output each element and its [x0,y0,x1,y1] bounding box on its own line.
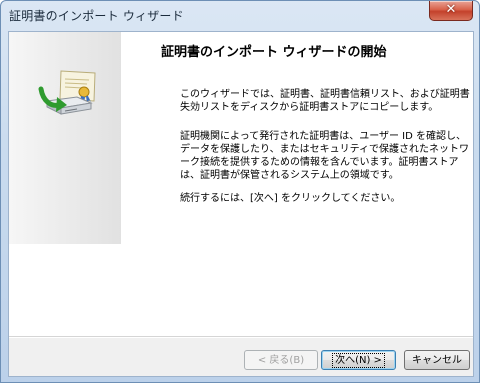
wizard-heading: 証明書のインポート ウィザードの開始 [161,45,387,60]
wizard-content: 証明書のインポート ウィザードの開始 このウィザードでは、証明書、証明書信頼リス… [9,32,473,336]
window-title: 証明書のインポート ウィザード [9,9,184,23]
next-button[interactable]: 次へ(N) > [321,350,396,370]
wizard-description: このウィザードでは、証明書、証明書信頼リスト、および証明書失効リストをディスクか… [180,89,470,113]
button-separator [9,336,473,338]
back-button[interactable]: < 戻る(B) [244,350,318,370]
dialog-client-area: 証明書のインポート ウィザードの開始 このウィザードでは、証明書、証明書信頼リス… [8,31,474,377]
certificate-info-text: 証明機関によって発行された証明書は、ユーザー ID を確認し、データを保護したり… [180,131,469,181]
continue-instruction: 続行するには、[次へ] をクリックしてください。 [180,193,401,204]
back-button-label: < 戻る(B) [257,355,305,366]
close-button[interactable]: ✕ [429,1,473,21]
next-button-label: 次へ(N) > [332,353,385,368]
cancel-button-label: キャンセル [412,355,462,366]
wizard-side-panel [9,32,121,244]
cancel-button[interactable]: キャンセル [404,350,470,370]
wizard-window: 証明書のインポート ウィザード ✕ 証明書のインポート ウィザードの開始 このウ… [0,0,480,383]
title-bar[interactable]: 証明書のインポート ウィザード ✕ [1,1,479,31]
certificate-import-icon [38,70,96,115]
close-icon: ✕ [445,2,457,17]
